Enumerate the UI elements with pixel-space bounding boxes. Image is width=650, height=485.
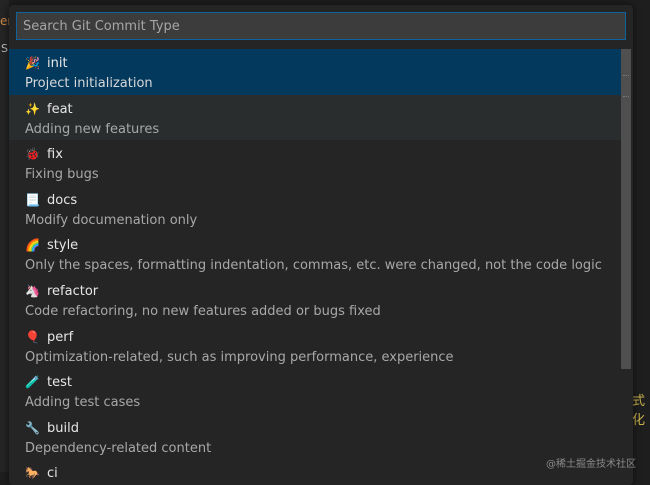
ci-emoji-icon: 🐎 (25, 466, 40, 481)
list-item-init[interactable]: 🎉 init Project initialization (9, 49, 621, 95)
list-item-label: style (47, 238, 79, 254)
list-item-label: test (47, 375, 72, 391)
list-item-description: Dependency-related content (25, 440, 212, 456)
list-item-description: Fixing bugs (25, 167, 99, 183)
perf-emoji-icon: 🎈 (25, 329, 40, 344)
search-container (9, 5, 633, 46)
list-item-header: 🎈 perf (25, 328, 621, 347)
list-item-label: feat (47, 101, 73, 117)
fix-emoji-icon: 🐞 (25, 147, 40, 162)
test-emoji-icon: 🧪 (25, 375, 40, 390)
list-item-label: ci (47, 466, 58, 482)
commit-type-list: 🎉 init Project initialization ✨ feat Adding n… (9, 49, 621, 485)
list-item-refactor[interactable]: 🦄 refactor Code refactoring, no new featur… (9, 277, 621, 323)
list-item-header: 🔧 build (25, 419, 621, 438)
editor-background-left: er S (0, 0, 12, 472)
list-item-header: 📃 docs (25, 191, 621, 210)
search-input[interactable] (16, 12, 626, 40)
refactor-emoji-icon: 🦄 (25, 283, 40, 298)
list-item-label: refactor (47, 283, 99, 299)
style-emoji-icon: 🌈 (25, 238, 40, 253)
list-item-description: Only the spaces, formatting indentation,… (25, 258, 602, 274)
list-item-fix[interactable]: 🐞 fix Fixing bugs (9, 140, 621, 186)
list-item-header: 🎉 init (25, 54, 621, 73)
list-item-header: 🧪 test (25, 373, 621, 392)
list-item-header: 🐞 fix (25, 145, 621, 164)
list-scrollbar[interactable] (621, 49, 631, 369)
list-item-header: 🦄 refactor (25, 282, 621, 301)
list-item-header: ✨ feat (25, 100, 621, 119)
background-text-fragment: S (1, 42, 8, 55)
scrollbar-grip (623, 75, 629, 97)
list-item-docs[interactable]: 📃 docs Modify documenation only (9, 186, 621, 232)
quick-pick-widget: 🎉 init Project initialization ✨ feat Adding n… (9, 5, 633, 485)
list-item-style[interactable]: 🌈 style Only the spaces, formatting indent… (9, 231, 621, 277)
list-item-test[interactable]: 🧪 test Adding test cases (9, 368, 621, 414)
list-item-ci[interactable]: 🐎 ci (9, 459, 621, 485)
list-item-header: 🐎 ci (25, 464, 621, 483)
list-item-label: perf (47, 329, 74, 345)
list-item-description: Adding test cases (25, 395, 141, 411)
list-item-description: Adding new features (25, 121, 160, 137)
init-emoji-icon: 🎉 (25, 56, 40, 70)
list-item-description: Modify documenation only (25, 212, 198, 228)
list-item-feat[interactable]: ✨ feat Adding new features (9, 94, 621, 141)
list-item-description: Code refactoring, no new features added … (25, 303, 381, 319)
list-item-description: Project initialization (25, 76, 153, 91)
feat-emoji-icon: ✨ (25, 101, 40, 116)
list-item-description: Optimization-related, such as improving … (25, 349, 454, 365)
list-item-build[interactable]: 🔧 build Dependency-related content (9, 414, 621, 460)
list-item-label: docs (47, 192, 78, 208)
background-text-fragment: 式化 (632, 394, 646, 428)
build-emoji-icon: 🔧 (25, 420, 40, 435)
list-item-label: fix (47, 147, 63, 163)
list-item-label: init (47, 56, 68, 71)
list-item-label: build (47, 420, 79, 436)
list-item-perf[interactable]: 🎈 perf Optimization-related, such as impro… (9, 323, 621, 369)
list-item-header: 🌈 style (25, 236, 621, 255)
docs-emoji-icon: 📃 (25, 192, 40, 207)
watermark: @稀土掘金技术社区 (546, 459, 636, 470)
